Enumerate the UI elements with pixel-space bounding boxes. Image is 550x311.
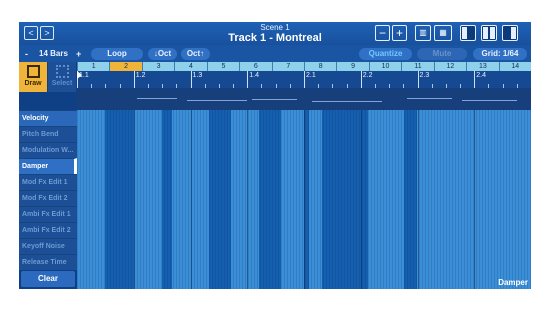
scene-name: Scene 1 [260, 23, 290, 32]
beat-gridline [304, 110, 305, 289]
bar-number[interactable]: 8 [304, 62, 336, 71]
bar-number[interactable]: 4 [174, 62, 206, 71]
bar-number[interactable]: 3 [141, 62, 174, 71]
beat-gridline [417, 110, 419, 289]
bar-number[interactable]: 12 [433, 62, 466, 71]
bar-number[interactable]: 7 [271, 62, 304, 71]
controller-item[interactable]: Mod Fx Edit 1 [19, 174, 77, 190]
selection-icon [55, 65, 69, 78]
layout-split-icon [483, 27, 488, 39]
track-title: Track 1 - Montreal [228, 32, 322, 44]
beat-gridline [247, 110, 249, 289]
bars-count: 14 Bars [39, 49, 68, 58]
toolbar: - 14 Bars + Loop ↓Oct Oct↑ Quantize Mute… [19, 45, 531, 62]
controller-item[interactable]: Ambi Fx Edit 1 [19, 206, 77, 222]
note-line [312, 101, 382, 102]
bar-number[interactable]: 11 [401, 62, 433, 71]
beat-gridline [474, 110, 476, 289]
note-line [462, 100, 517, 101]
select-tool-button[interactable]: Select [48, 62, 76, 92]
layout-split-button[interactable] [481, 25, 497, 41]
pencil-icon [26, 65, 40, 78]
mixer-button[interactable]: ▥ [415, 25, 431, 41]
bars-plus-button[interactable]: + [76, 48, 81, 60]
controller-list: Velocity Pitch Bend Modulation W... Damper M… [19, 110, 77, 270]
quantize-button[interactable]: Quantize [359, 48, 412, 60]
note-line [187, 100, 247, 101]
bar-ruler[interactable]: 1 2 3 4 5 6 7 8 9 10 11 12 13 14 [77, 62, 531, 71]
controller-item[interactable]: Ambi Fx Edit 2 [19, 222, 77, 238]
note-line [407, 98, 452, 99]
bar-number[interactable]: 10 [368, 62, 401, 71]
layout-left-icon [462, 27, 467, 39]
draw-tool-label: Draw [24, 80, 42, 87]
note-overview [77, 88, 531, 110]
controller-item[interactable]: Release Time [19, 254, 77, 270]
beat-gridline [360, 110, 362, 289]
loop-button[interactable]: Loop [91, 48, 143, 60]
bar-number[interactable]: 2 [109, 62, 142, 71]
controller-item[interactable]: Modulation W... [19, 142, 77, 158]
zoom-out-button[interactable]: − [375, 25, 390, 41]
grid-button[interactable]: Grid: 1/64 [473, 48, 527, 60]
keyboard-button[interactable]: ▦ [434, 25, 452, 41]
plus-square-icon: + [395, 26, 403, 40]
zoom-in-button[interactable]: + [392, 25, 407, 41]
controller-item[interactable]: Keyoff Noise [19, 238, 77, 254]
playhead-marker-icon[interactable] [77, 71, 82, 79]
controller-item[interactable]: Velocity [19, 110, 77, 126]
bar-number[interactable]: 13 [466, 62, 498, 71]
sliders-icon: ▥ [419, 28, 427, 37]
bar-number[interactable]: 6 [239, 62, 271, 71]
note-line [137, 98, 177, 99]
bar-number[interactable]: 5 [206, 62, 239, 71]
select-tool-label: Select [51, 80, 73, 87]
note-line [252, 99, 297, 100]
octave-down-button[interactable]: ↓Oct [148, 48, 177, 60]
piano-roll-window: < > Scene 1 Track 1 - Montreal − + ▥ ▦ -… [19, 22, 531, 289]
beat-gridline [190, 110, 192, 289]
title-bar: < > Scene 1 Track 1 - Montreal − + ▥ ▦ [19, 22, 531, 45]
mute-button[interactable]: Mute [417, 48, 467, 60]
bars-minus-button[interactable]: - [25, 48, 28, 60]
bar-number[interactable]: 9 [336, 62, 368, 71]
lane-label: Damper [498, 278, 528, 287]
octave-up-button[interactable]: Oct↑ [181, 48, 210, 60]
keyboard-icon: ▦ [439, 28, 447, 37]
controller-item[interactable]: Damper [19, 158, 77, 174]
bar-number[interactable]: 1 [77, 62, 109, 71]
minus-square-icon: − [378, 26, 386, 40]
layout-split-icon-right [490, 27, 495, 39]
clear-button[interactable]: Clear [21, 271, 75, 287]
bar-number[interactable]: 14 [498, 62, 531, 71]
layout-left-button[interactable] [460, 25, 476, 41]
controller-item[interactable]: Mod Fx Edit 2 [19, 190, 77, 206]
beat-gridline [133, 110, 135, 289]
draw-tool-button[interactable]: Draw [19, 62, 47, 92]
beat-ruler[interactable]: 1.1 1.2 1.3 1.4 2.1 2.2 2.3 2.4 [77, 71, 531, 88]
automation-lane[interactable]: Damper [77, 110, 531, 289]
layout-right-icon [511, 27, 516, 39]
controller-item[interactable]: Pitch Bend [19, 126, 77, 142]
layout-right-button[interactable] [502, 25, 518, 41]
